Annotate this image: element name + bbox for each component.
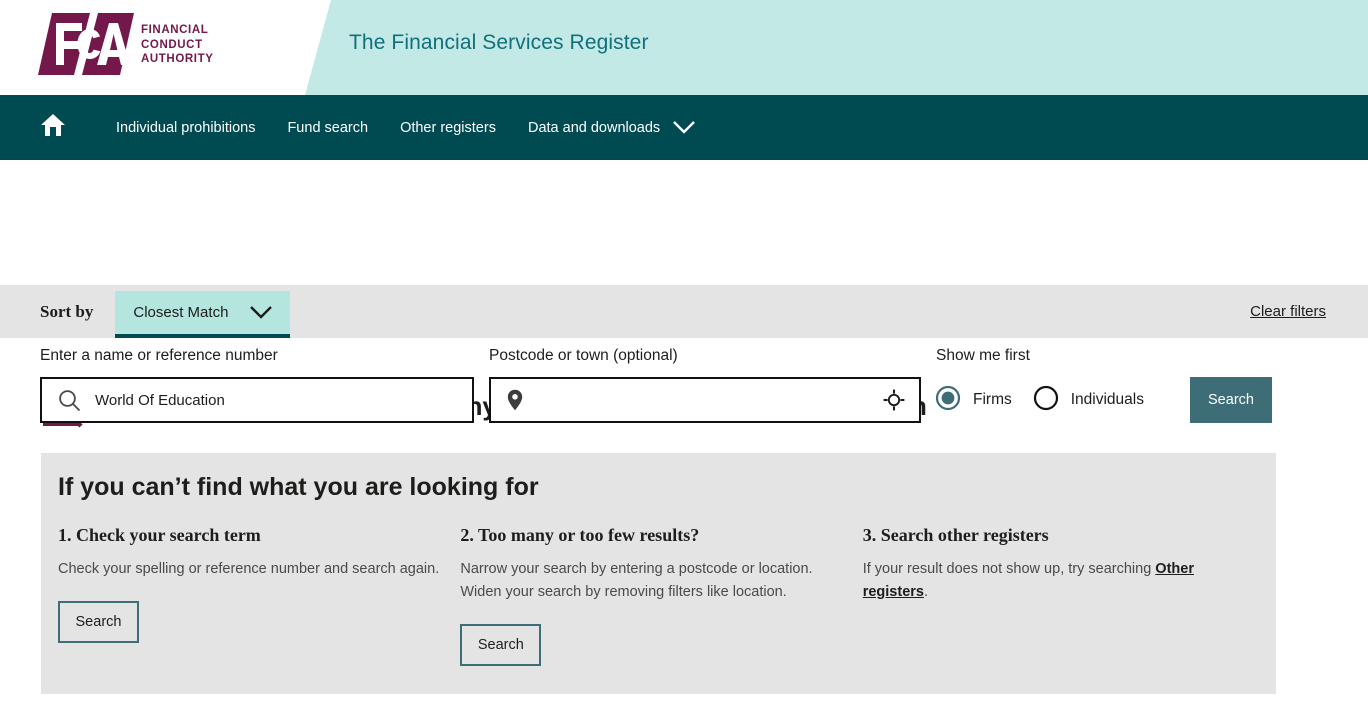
- help-search-button[interactable]: Search: [460, 624, 542, 666]
- nav-item-data-and-downloads[interactable]: Data and downloads: [527, 119, 696, 136]
- search-submit-button[interactable]: Search: [1190, 377, 1272, 423]
- help-column-body: Check your spelling or reference number …: [58, 558, 446, 581]
- help-column-heading: 3. Search other registers: [862, 525, 1049, 545]
- help-column-check-search-term: 1. Check your search term Check your spe…: [58, 525, 460, 666]
- sort-by-label: Sort by: [40, 301, 94, 321]
- help-body-text-suffix: .: [923, 584, 929, 600]
- postcode-label: Postcode or town (optional): [489, 347, 678, 364]
- help-column-heading: 1. Check your search term: [58, 525, 261, 545]
- search-input[interactable]: [95, 391, 472, 409]
- page-title: The Financial Services Register: [349, 31, 649, 54]
- logo-word-authority: AUTHORITY: [141, 53, 214, 65]
- help-body-text: Narrow your search by entering a postcod…: [460, 561, 813, 600]
- fca-logo-wordmark: FINANCIAL CONDUCT AUTHORITY: [141, 23, 213, 67]
- chevron-down-icon: [673, 121, 696, 134]
- nav-home-button[interactable]: [40, 113, 66, 142]
- postcode-input[interactable]: [537, 391, 883, 409]
- radio-option-firms[interactable]: Firms: [935, 385, 1012, 416]
- nav-label: Other registers: [400, 119, 496, 136]
- help-column-body: Narrow your search by entering a postcod…: [460, 558, 848, 604]
- map-pin-icon: [507, 389, 523, 411]
- help-body-text: If your result does not show up, try sea…: [862, 561, 1156, 577]
- masthead: FINANCIAL CONDUCT AUTHORITY The Financia…: [0, 0, 1368, 95]
- help-column-too-many-results: 2. Too many or too few results? Narrow y…: [460, 525, 862, 666]
- help-panel-title: If you can’t find what you are looking f…: [58, 473, 539, 501]
- sort-by-selected-value: Closest Match: [133, 304, 229, 321]
- nav-item-fund-search[interactable]: Fund search: [287, 120, 368, 136]
- help-panel: If you can’t find what you are looking f…: [41, 453, 1276, 694]
- fca-logo[interactable]: FINANCIAL CONDUCT AUTHORITY: [38, 13, 224, 75]
- show-me-first-radio-group: Firms Individuals: [935, 377, 1165, 423]
- logo-word-conduct: CONDUCT: [141, 38, 203, 51]
- show-me-first-label: Show me first: [936, 347, 1030, 364]
- search-input-wrapper[interactable]: [40, 377, 474, 423]
- sort-by-dropdown[interactable]: Closest Match: [115, 291, 291, 338]
- main-navigation: Individual prohibitions Fund search Othe…: [0, 95, 1368, 160]
- radio-selected-icon: [935, 385, 961, 416]
- help-column-other-registers: 3. Search other registers If your result…: [863, 525, 1259, 666]
- radio-unselected-icon: [1033, 385, 1059, 416]
- home-icon: [40, 113, 66, 142]
- results-area: Unfortunately, we didn't find any result…: [0, 384, 1368, 694]
- help-column-heading: 2. Too many or too few results?: [460, 525, 700, 545]
- sort-bar: Sort by Closest Match Clear filters: [0, 285, 1368, 338]
- help-search-button[interactable]: Search: [58, 601, 139, 643]
- logo-word-financial: FINANCIAL: [141, 24, 209, 36]
- search-form: Enter a name or reference number Postcod…: [0, 160, 1368, 423]
- help-body-text: Check your spelling or reference number …: [58, 561, 440, 577]
- postcode-input-wrapper[interactable]: [489, 377, 921, 423]
- radio-label-individuals: Individuals: [1070, 391, 1144, 408]
- nav-label: Data and downloads: [527, 119, 661, 136]
- radio-option-individuals[interactable]: Individuals: [1033, 385, 1144, 416]
- radio-label-firms: Firms: [973, 391, 1012, 408]
- nav-label: Individual prohibitions: [116, 119, 256, 136]
- crosshair-icon[interactable]: [883, 389, 905, 411]
- clear-filters-link[interactable]: Clear filters: [1250, 303, 1326, 320]
- search-name-label: Enter a name or reference number: [40, 347, 278, 364]
- nav-item-individual-prohibitions[interactable]: Individual prohibitions: [116, 120, 255, 136]
- nav-item-other-registers[interactable]: Other registers: [400, 120, 496, 136]
- nav-label: Fund search: [287, 119, 369, 136]
- fca-logo-mark: [38, 13, 134, 80]
- search-icon: [58, 389, 81, 412]
- chevron-down-icon: [250, 306, 273, 319]
- help-column-body: If your result does not show up, try sea…: [863, 558, 1259, 604]
- help-columns: 1. Check your search term Check your spe…: [41, 525, 1276, 666]
